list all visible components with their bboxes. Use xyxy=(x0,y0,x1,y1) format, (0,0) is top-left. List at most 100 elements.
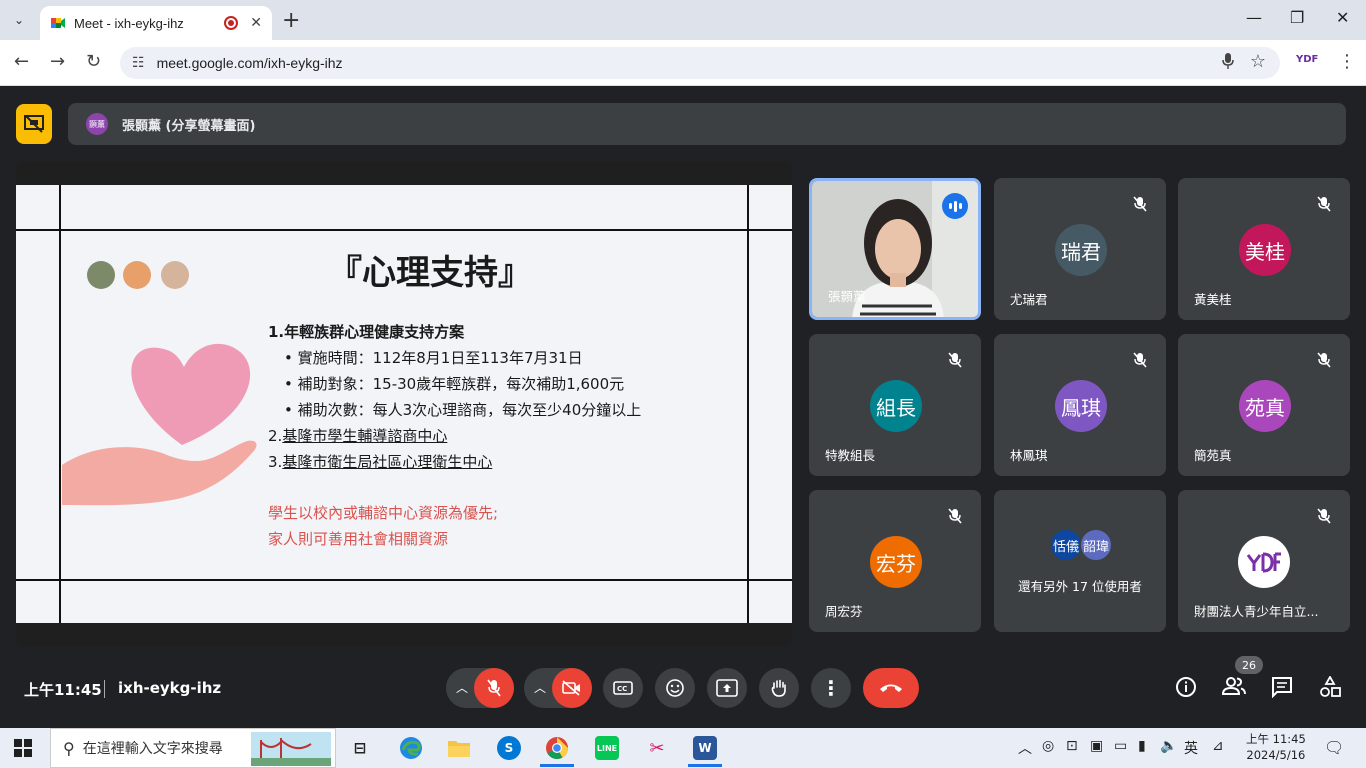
leave-call-button[interactable] xyxy=(863,668,919,708)
network-icon[interactable]: ▭ xyxy=(1114,738,1127,754)
participant-name: 張顥薰 xyxy=(828,289,866,304)
camera-off-icon xyxy=(562,680,580,696)
browser-menu-icon[interactable]: ⋮ xyxy=(1338,51,1356,72)
bookmark-star-icon[interactable]: ☆ xyxy=(1250,51,1266,72)
window-close-icon[interactable]: ✕ xyxy=(1336,8,1349,27)
participant-tile[interactable]: 組長 特教組長 xyxy=(809,334,981,476)
raise-hand-button[interactable] xyxy=(759,668,799,708)
slide-item-1-text: 年輕族群心理健康支持方案 xyxy=(284,323,465,341)
slide-bullet-3: • 補助次數：每人3次心理諮商，每次至少40分鐘以上 xyxy=(284,401,642,419)
volume-icon[interactable]: 🔈 xyxy=(1160,738,1177,754)
shared-slide: 『心理支持』 1.年輕族群心理健康支持方案 • 實施時間：112年8月1日至11… xyxy=(16,185,792,623)
participant-tile[interactable]: 美桂 黃美桂 xyxy=(1178,178,1350,320)
chat-button[interactable] xyxy=(1271,676,1293,703)
taskbar-clock[interactable]: 上午 11:45 2024/5/16 xyxy=(1246,731,1306,763)
meet-favicon xyxy=(50,15,66,31)
participant-tile[interactable]: 宏芬 周宏芬 xyxy=(809,490,981,632)
slide-item-3-num: 3. xyxy=(268,453,283,471)
captions-button[interactable]: CC xyxy=(603,668,643,708)
slide-item-1: 1.年輕族群心理健康支持方案 xyxy=(268,321,464,342)
site-info-icon[interactable]: ☷ xyxy=(132,55,145,71)
ime-language-indicator[interactable]: 英 xyxy=(1184,738,1198,758)
notification-icon[interactable]: 🗨 xyxy=(1324,738,1344,757)
stop-presenting-icon[interactable] xyxy=(16,104,52,144)
reload-icon[interactable]: ↻ xyxy=(86,51,101,72)
tab-close-icon[interactable]: ✕ xyxy=(250,15,262,31)
participant-name: 林鳳琪 xyxy=(1010,448,1048,463)
presentation-stage[interactable]: 『心理支持』 1.年輕族群心理健康支持方案 • 實施時間：112年8月1日至11… xyxy=(16,161,792,647)
tab-meet[interactable]: Meet - ixh-eykg-ihz ✕ xyxy=(40,6,272,40)
omnibox[interactable]: ☷ meet.google.com/ixh-eykg-ihz ☆ xyxy=(120,47,1280,79)
participant-name: 周宏芬 xyxy=(825,604,863,619)
present-screen-icon xyxy=(716,679,738,697)
presenter-avatar: 顥薰 xyxy=(86,113,108,135)
participant-tile[interactable]: 苑真 簡苑真 xyxy=(1178,334,1350,476)
tray-app-icon[interactable]: ▣ xyxy=(1090,738,1103,754)
reactions-button[interactable] xyxy=(655,668,695,708)
mic-off-icon xyxy=(943,504,967,528)
back-icon[interactable]: ← xyxy=(14,51,29,72)
search-placeholder: 在這裡輸入文字來搜尋 xyxy=(82,741,223,757)
edge-icon[interactable] xyxy=(399,736,423,760)
avatar: 組長 xyxy=(870,380,922,432)
voice-search-icon[interactable] xyxy=(1222,53,1234,73)
word-icon[interactable]: W xyxy=(693,736,717,760)
slide-rule-bottom xyxy=(16,579,792,581)
mic-toggle-button[interactable] xyxy=(474,668,514,708)
info-icon xyxy=(1176,677,1196,697)
slide-rule-right xyxy=(747,185,749,623)
minimize-icon[interactable]: — xyxy=(1246,8,1262,27)
tray-app-icon[interactable]: ◎ xyxy=(1042,738,1054,754)
extension-icon[interactable]: YDF xyxy=(1296,54,1318,65)
participant-name: 黃美桂 xyxy=(1194,292,1232,307)
tray-app-icon[interactable]: ⊡ xyxy=(1066,738,1078,754)
file-explorer-icon[interactable] xyxy=(447,736,471,760)
more-options-button[interactable]: ⋮ xyxy=(811,668,851,708)
slide-bullet-1: • 實施時間：112年8月1日至113年7月31日 xyxy=(284,349,583,367)
avatar: 宏芬 xyxy=(870,536,922,588)
address-bar-row: ← → ↻ ☷ meet.google.com/ixh-eykg-ihz ☆ xyxy=(0,40,1366,86)
avatar: 苑真 xyxy=(1239,380,1291,432)
taskbar-search-box[interactable]: ⚲ 在這裡輸入文字來搜尋 xyxy=(50,728,336,768)
participant-tile-presenter[interactable]: 張顥薰 xyxy=(809,178,981,320)
meeting-details-button[interactable] xyxy=(1175,676,1197,703)
camera-control-group: ︿ xyxy=(524,668,592,708)
camera-toggle-button[interactable] xyxy=(552,668,592,708)
forward-icon[interactable]: → xyxy=(50,51,65,72)
word-running-indicator xyxy=(688,764,722,767)
others-tile[interactable]: 恬儀 韶瑋 還有另外 17 位使用者 xyxy=(994,490,1166,632)
deco-dot-2 xyxy=(123,261,151,289)
video-options-chevron-icon[interactable]: ︿ xyxy=(534,679,546,696)
participant-tile[interactable]: 鳳琪 林鳳琪 xyxy=(994,334,1166,476)
people-icon xyxy=(1221,677,1246,695)
new-tab-button[interactable]: + xyxy=(282,8,300,33)
activities-button[interactable] xyxy=(1319,675,1341,703)
people-button[interactable] xyxy=(1221,676,1246,701)
present-now-button[interactable] xyxy=(707,668,747,708)
chrome-icon[interactable] xyxy=(545,736,569,760)
avatar: 鳳琪 xyxy=(1055,380,1107,432)
slide-item-3: 3.基隆市衛生局社區心理衛生中心 xyxy=(268,451,492,472)
presenter-bar: 顥薰 張顥薰 (分享螢幕畫面) xyxy=(68,103,1346,145)
others-count-label: 還有另外 17 位使用者 xyxy=(1018,579,1142,594)
ime-mode-icon[interactable]: ⊿ xyxy=(1212,738,1224,754)
line-app-icon[interactable]: LINE xyxy=(595,736,619,760)
audio-options-chevron-icon[interactable]: ︿ xyxy=(456,679,468,696)
slide-bullet-2: • 補助對象：15-30歲年輕族群，每次補助1,600元 xyxy=(284,375,625,393)
snipping-tool-icon[interactable]: ✂ xyxy=(645,736,669,760)
windows-start-icon[interactable] xyxy=(14,739,32,757)
windows-taskbar: ⚲ 在這裡輸入文字來搜尋 ⊟ S LINE ✂ W ︿ ◎ ⊡ ▣ ▭ ▮ 🔈 … xyxy=(0,728,1366,768)
chrome-running-indicator xyxy=(540,764,574,767)
participant-tile[interactable]: 財團法人青少年自立... xyxy=(1178,490,1350,632)
tray-mic-icon[interactable]: ▮ xyxy=(1138,738,1146,754)
participant-tile[interactable]: 瑞君 尤瑞君 xyxy=(994,178,1166,320)
meeting-code: ixh-eykg-ihz xyxy=(118,679,222,697)
slide-rule-top xyxy=(16,229,792,231)
maximize-icon[interactable]: ❐ xyxy=(1290,8,1304,27)
hang-up-icon xyxy=(880,684,902,692)
tray-overflow-icon[interactable]: ︿ xyxy=(1018,738,1032,758)
skype-icon[interactable]: S xyxy=(497,736,521,760)
mic-control-group: ︿ xyxy=(446,668,514,708)
task-view-icon[interactable]: ⊟ xyxy=(348,736,372,760)
tab-search-dropdown[interactable]: ⌄ xyxy=(8,9,30,31)
